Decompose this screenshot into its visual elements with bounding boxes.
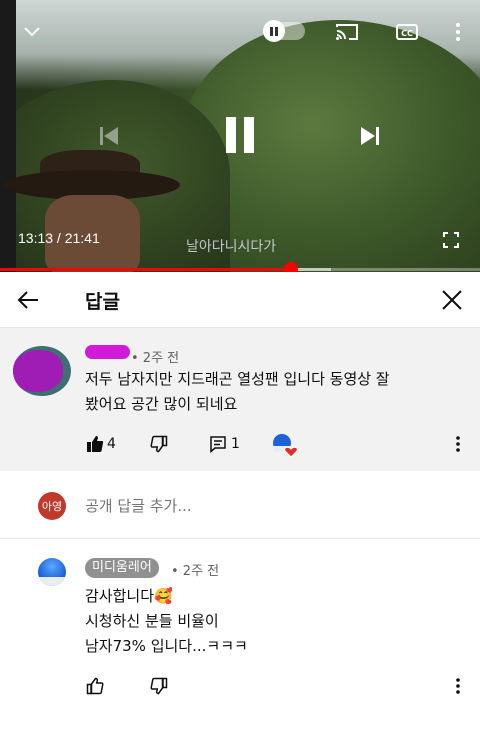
like-count: 4 (107, 436, 116, 452)
thumb-up-icon[interactable] (85, 676, 105, 696)
reply-text-line2: 시청하신 분들 비율이 (85, 612, 219, 630)
thumb-down-icon[interactable] (149, 676, 169, 696)
creator-badge[interactable]: 미디움레어 (85, 558, 159, 578)
video-subtitle: 날아다니시다가 (186, 239, 277, 255)
close-icon[interactable] (438, 286, 466, 314)
svg-text:CC: CC (401, 29, 413, 38)
video-player[interactable]: CC 13:13 / 21:41 날아다니시다가 (0, 0, 480, 272)
autoplay-toggle-knob[interactable] (263, 20, 285, 42)
previous-icon[interactable] (94, 122, 124, 150)
thumb-down-icon[interactable] (149, 434, 169, 454)
back-arrow-icon[interactable] (14, 286, 42, 314)
comment-text-line1: 저두 남자지만 지드래곤 열성팬 입니다 동영상 잘 (85, 370, 390, 388)
reply-text-line1: 감사합니다🥰 (85, 587, 173, 605)
creator-heart-icon (272, 432, 298, 458)
closed-captions-icon[interactable]: CC (394, 20, 420, 44)
avatar[interactable] (38, 558, 66, 586)
parent-comment: • 2주 전 저두 남자지만 지드래곤 열성팬 입니다 동영상 잘 봤어요 공간… (0, 328, 480, 471)
replies-header: 답글 (0, 272, 480, 328)
redacted-author-name (85, 345, 130, 359)
reply-icon[interactable] (208, 434, 228, 454)
reply-text-line3: 남자73% 입니다...ㅋㅋㅋ (85, 637, 248, 655)
next-icon[interactable] (355, 122, 385, 150)
thumb-up-icon[interactable] (85, 434, 105, 454)
comment-time: • 2주 전 (131, 351, 180, 366)
replies-title: 답글 (85, 291, 120, 313)
more-vert-icon[interactable] (450, 676, 466, 696)
chevron-down-icon[interactable] (20, 20, 44, 44)
progress-played (0, 268, 291, 271)
video-window-frame (0, 0, 16, 272)
reply-time: • 2주 전 (171, 564, 220, 579)
more-vert-icon[interactable] (448, 20, 468, 44)
avatar: 아영 (38, 492, 66, 520)
pause-icon[interactable] (218, 112, 262, 158)
reply-count: 1 (231, 436, 240, 452)
divider (0, 538, 480, 539)
comment-text-line2: 봤어요 공간 많이 되네요 (85, 395, 238, 413)
avatar[interactable] (13, 346, 71, 396)
more-vert-icon[interactable] (450, 434, 466, 454)
add-reply-input[interactable] (85, 497, 435, 515)
video-time: 13:13 / 21:41 (18, 230, 100, 246)
fullscreen-icon[interactable] (440, 229, 462, 251)
cast-icon[interactable] (333, 20, 361, 44)
